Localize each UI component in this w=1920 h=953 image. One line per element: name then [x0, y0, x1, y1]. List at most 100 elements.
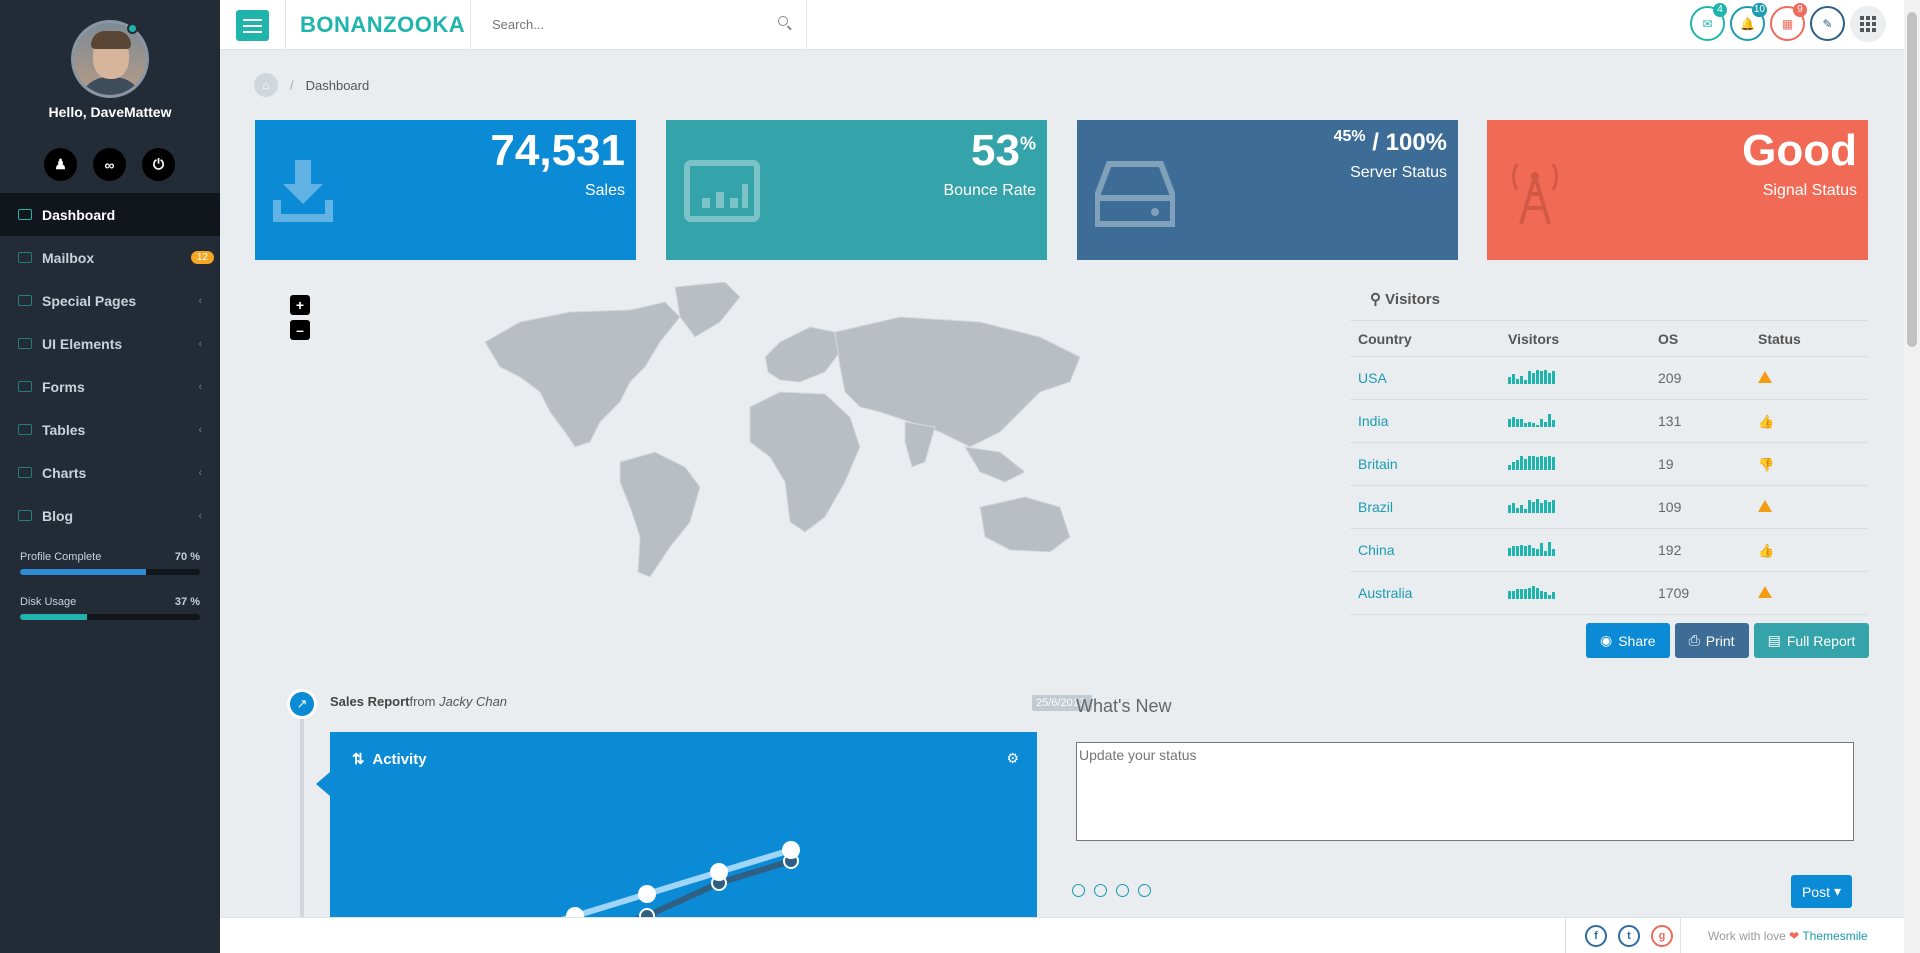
link-icon[interactable] — [1138, 884, 1151, 897]
twitter-icon[interactable]: t — [1618, 925, 1640, 947]
bounce-rate-value: 53 — [971, 126, 1020, 175]
download-icon — [273, 160, 333, 222]
table-row: USA 209 — [1350, 356, 1868, 400]
user-icon[interactable]: ♟ — [44, 148, 77, 181]
map-south-america — [619, 451, 701, 578]
post-button[interactable]: Post ▾ — [1791, 875, 1852, 908]
sales-value: 74,531 — [490, 126, 625, 175]
calendar-button[interactable]: ▦ 9 — [1770, 3, 1807, 41]
sales-label: Sales — [584, 182, 625, 199]
full-report-button[interactable]: ▤ Full Report — [1753, 623, 1870, 658]
sidebar-item-mailbox[interactable]: Mailbox 12 — [0, 236, 220, 279]
link-icon[interactable]: ∞ — [93, 148, 126, 181]
themesmile-link[interactable]: Themesmile — [1802, 929, 1867, 943]
country-link[interactable]: Australia — [1350, 571, 1500, 615]
print-button[interactable]: ⎙ Print — [1674, 623, 1749, 658]
visitors-sparkline — [1508, 369, 1555, 384]
map-greenland — [674, 282, 741, 338]
facebook-icon[interactable]: f — [1585, 925, 1607, 947]
country-link[interactable]: India — [1350, 399, 1500, 443]
sidebar: Hello, DaveMattew ♟ ∞ ⏻ Dashboard Mailbo… — [0, 0, 220, 953]
timeline-author: Jacky Chan — [439, 694, 508, 709]
avatar[interactable] — [71, 20, 149, 98]
signal-status-value: Good — [1742, 126, 1857, 175]
table-row: Britain 19 👎 — [1350, 442, 1868, 486]
profile-progress-fill — [20, 569, 146, 575]
scrollbar-thumb[interactable] — [1907, 12, 1917, 347]
zoom-in-button[interactable]: + — [290, 295, 310, 315]
menu-toggle-button[interactable] — [236, 10, 269, 41]
country-link[interactable]: USA — [1350, 356, 1500, 400]
mail-button[interactable]: ✉ 4 — [1690, 3, 1727, 41]
google-plus-icon[interactable]: g — [1651, 925, 1673, 947]
chevron-left-icon: ‹ — [198, 466, 202, 479]
pencil-button[interactable]: ✎ — [1810, 6, 1845, 41]
map-southeast-asia — [964, 446, 1026, 483]
home-icon[interactable]: ⌂ — [254, 73, 278, 97]
hard-drive-icon — [1095, 161, 1175, 227]
pages-icon — [18, 295, 32, 306]
sidebar-item-tables[interactable]: Tables ‹ — [0, 408, 220, 451]
sidebar-item-dashboard[interactable]: Dashboard — [0, 193, 220, 236]
map-marker-icon[interactable] — [1116, 884, 1129, 897]
bar-chart-icon — [684, 160, 760, 222]
activity-title: Activity — [372, 751, 427, 768]
status-cell: 👍 — [1750, 528, 1868, 572]
sort-icon: ⇅ — [352, 751, 365, 768]
search-icon[interactable] — [778, 16, 788, 26]
globe-icon: ◉ — [1600, 632, 1613, 648]
search-input[interactable] — [470, 0, 760, 48]
sidebar-item-charts[interactable]: Charts ‹ — [0, 451, 220, 494]
world-map[interactable] — [480, 282, 1100, 592]
sidebar-item-ui-elements[interactable]: UI Elements ‹ — [0, 322, 220, 365]
timeline-heading: Sales Reportfrom Jacky Chan — [330, 694, 508, 709]
status-cell — [1750, 356, 1868, 400]
status-update-textarea[interactable] — [1076, 742, 1854, 841]
status-cell: 👎 — [1750, 442, 1868, 486]
visitors-sparkline — [1508, 541, 1555, 556]
report-actions: ◉ Share ⎙ Print ▤ Full Report — [1586, 623, 1870, 658]
upload-icon[interactable] — [1072, 884, 1085, 897]
bell-icon: 🔔 — [1740, 16, 1755, 31]
footer: f t g Work with love ❤ Themesmile — [220, 917, 1904, 953]
user-greeting: Hello, DaveMattew — [48, 104, 172, 120]
country-link[interactable]: Brazil — [1350, 485, 1500, 529]
form-icon — [18, 381, 32, 392]
sidebar-item-forms[interactable]: Forms ‹ — [0, 365, 220, 408]
gears-icon[interactable]: ⚙ — [1006, 750, 1019, 767]
apps-grid-icon[interactable] — [1850, 6, 1886, 42]
timeline-line — [300, 700, 304, 953]
calendar-count-badge: 9 — [1793, 3, 1807, 17]
bell-count-badge: 10 — [1751, 3, 1767, 17]
share-button[interactable]: ◉ Share — [1586, 623, 1670, 658]
whats-new-title: What's New — [1076, 696, 1172, 716]
map-europe — [764, 326, 841, 383]
brand-logo[interactable]: BONANZOOKA — [300, 12, 465, 38]
sidebar-item-blog[interactable]: Blog ‹ — [0, 494, 220, 537]
page-scrollbar[interactable] — [1904, 0, 1920, 953]
disk-progress-fill — [20, 614, 87, 620]
table-row: Brazil 109 — [1350, 485, 1868, 529]
zoom-out-button[interactable]: – — [290, 320, 310, 340]
visitors-sparkline — [1508, 455, 1555, 470]
camera-icon[interactable] — [1094, 884, 1107, 897]
bell-button[interactable]: 🔔 10 — [1730, 3, 1767, 41]
chevron-left-icon: ‹ — [198, 380, 202, 393]
sidebar-item-special-pages[interactable]: Special Pages ‹ — [0, 279, 220, 322]
warning-icon — [1758, 586, 1772, 598]
caret-down-icon: ▾ — [1833, 883, 1842, 899]
map-africa — [749, 391, 861, 533]
series-0-point — [782, 841, 800, 859]
sidebar-nav: Dashboard Mailbox 12 Special Pages ‹ UI El… — [0, 193, 220, 537]
power-icon[interactable]: ⏻ — [142, 148, 175, 181]
status-cell: 👍 — [1750, 399, 1868, 443]
bounce-rate-tile: 53% Bounce Rate — [666, 120, 1047, 260]
country-link[interactable]: China — [1350, 528, 1500, 572]
table-icon — [18, 424, 32, 435]
thumbs-up-icon: 👍 — [1758, 542, 1775, 558]
os-count: 209 — [1650, 356, 1750, 400]
mail-count-badge: 4 — [1713, 3, 1727, 17]
country-link[interactable]: Britain — [1350, 442, 1500, 486]
envelope-icon — [18, 252, 32, 263]
os-count: 1709 — [1650, 571, 1750, 615]
